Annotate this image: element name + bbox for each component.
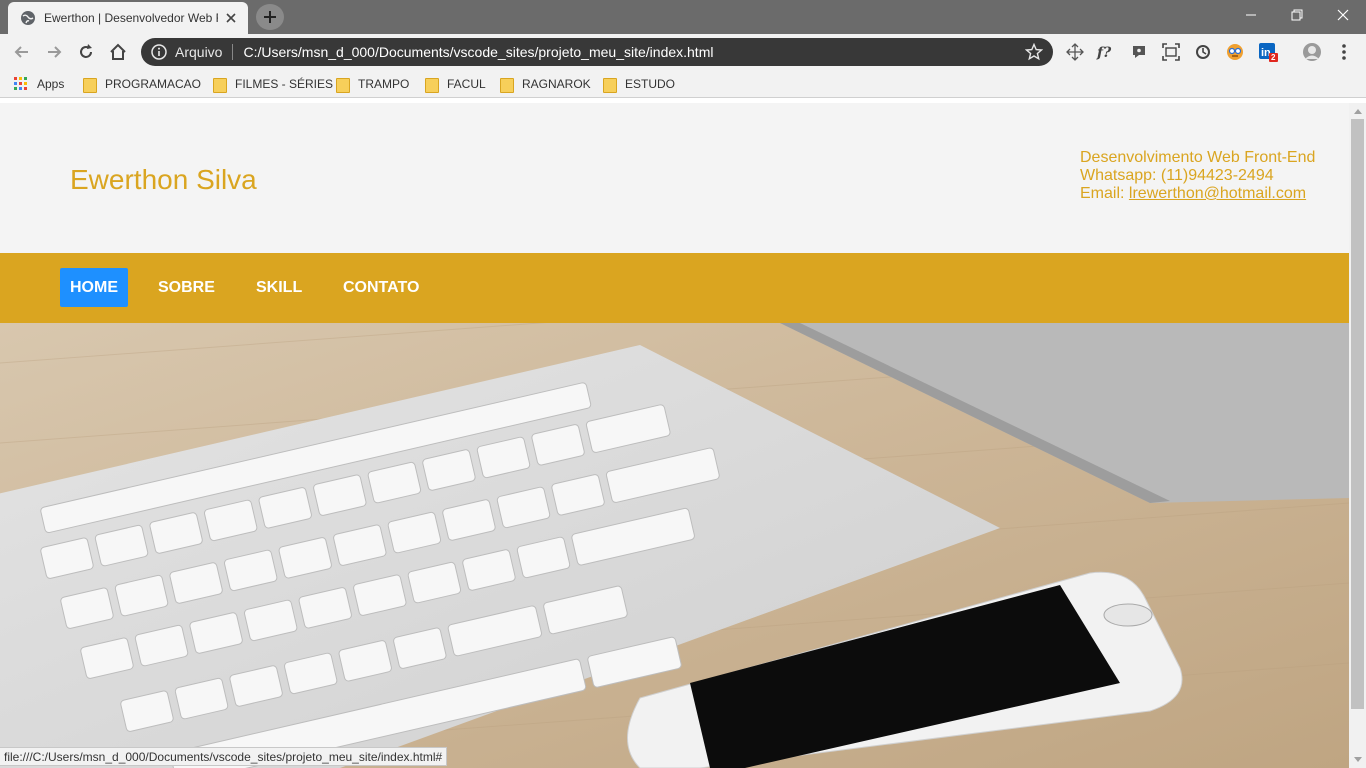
folder-icon (213, 77, 227, 93)
move-arrows-icon (1066, 43, 1084, 61)
bookmark-label: Apps (37, 77, 65, 91)
email-label: Email: (1080, 185, 1129, 202)
contact-info: Desenvolvimento Web Front-End Whatsapp: … (1080, 149, 1315, 203)
page-scrollbar[interactable] (1349, 103, 1366, 768)
folder-icon (603, 77, 617, 93)
tagline: Desenvolvimento Web Front-End (1080, 149, 1316, 166)
bookmarks-bar: Apps PROGRAMACAO FILMES - SÉRIES TRAMPO … (0, 70, 1366, 98)
scroll-down-arrow[interactable] (1349, 752, 1366, 768)
restore-icon (1291, 9, 1303, 21)
tab-close-icon[interactable] (224, 11, 238, 25)
info-icon[interactable] (151, 44, 167, 60)
omnibox-divider (232, 44, 234, 60)
tab-strip: Ewerthon | Desenvolvedor Web F (0, 0, 1366, 34)
screen-capture-icon (1162, 43, 1180, 61)
hero-image (0, 323, 1349, 768)
home-icon (110, 43, 126, 60)
close-icon (1337, 9, 1349, 21)
email-line: Email: lrewerthon@hotmail.com (1080, 185, 1315, 203)
folder-icon (83, 77, 97, 93)
bookmark-folder-trampo[interactable]: TRAMPO (336, 75, 409, 93)
profile-avatar-button[interactable] (1302, 42, 1322, 62)
folder-icon (336, 77, 350, 93)
nav-sobre[interactable]: SOBRE (148, 268, 225, 307)
svg-text:f?: f? (1096, 45, 1112, 61)
minimize-button[interactable] (1228, 0, 1274, 30)
bookmark-label: ESTUDO (625, 77, 676, 91)
bookmark-folder-filmes-series[interactable]: FILMES - SÉRIES (213, 75, 333, 93)
extension-whatfont[interactable]: f? (1096, 42, 1116, 62)
site-brand: Ewerthon Silva (70, 164, 257, 195)
folder-icon (500, 77, 514, 93)
url-text[interactable]: C:/Users/msn_d_000/Documents/vscode_site… (243, 44, 1025, 60)
extension-sync[interactable] (1193, 42, 1213, 62)
extension-screenshot[interactable] (1161, 42, 1181, 62)
caret-up-icon (1353, 109, 1362, 114)
bookmark-folder-facul[interactable]: FACUL (425, 75, 486, 93)
minimize-icon (1246, 14, 1256, 16)
font-question-icon: f? (1096, 45, 1112, 61)
sync-icon (1196, 45, 1210, 59)
page-viewport: Ewerthon Silva Desenvolvimento Web Front… (0, 103, 1349, 768)
bookmark-label: TRAMPO (358, 77, 410, 91)
nav-contato[interactable]: CONTATO (333, 268, 429, 307)
site-header: Ewerthon Silva Desenvolvimento Web Front… (0, 103, 1349, 253)
email-link[interactable]: lrewerthon@hotmail.com (1129, 185, 1306, 202)
bookmark-label: PROGRAMACAO (105, 77, 202, 91)
browser-toolbar: Arquivo C:/Users/msn_d_000/Documents/vsc… (0, 34, 1366, 70)
nav-skill[interactable]: SKILL (246, 268, 312, 307)
back-button[interactable] (10, 40, 34, 64)
extension-chat[interactable] (1129, 42, 1149, 62)
home-button[interactable] (106, 40, 130, 64)
glasses-face-icon (1227, 44, 1243, 60)
plus-icon (264, 11, 276, 23)
bookmark-label: RAGNAROK (522, 77, 591, 91)
bookmark-label: FACUL (447, 77, 486, 91)
avatar (1303, 43, 1321, 61)
tab-title: Ewerthon | Desenvolvedor Web F (44, 11, 218, 25)
globe-icon (21, 11, 35, 25)
caret-down-icon (1353, 757, 1362, 762)
forward-button[interactable] (42, 40, 66, 64)
scroll-thumb[interactable] (1351, 119, 1364, 709)
new-tab-button[interactable] (256, 4, 284, 30)
extension-avatar[interactable] (1225, 42, 1245, 62)
kebab-menu-icon (1342, 44, 1346, 60)
bookmark-folder-estudo[interactable]: ESTUDO (603, 75, 675, 93)
arrow-left-icon (14, 46, 28, 58)
main-nav: HOME SOBRE SKILL CONTATO (0, 253, 1349, 323)
close-window-button[interactable] (1320, 0, 1366, 30)
extension-linkedin[interactable]: in 2 (1258, 42, 1278, 62)
extension-move[interactable] (1065, 42, 1085, 62)
nav-home[interactable]: HOME (60, 268, 128, 307)
browser-tab[interactable]: Ewerthon | Desenvolvedor Web F (8, 2, 248, 34)
address-bar[interactable]: Arquivo C:/Users/msn_d_000/Documents/vsc… (141, 38, 1053, 66)
apps-grid-icon (14, 77, 27, 90)
reload-button[interactable] (74, 40, 98, 64)
scheme-label: Arquivo (175, 44, 223, 60)
whatsapp: Whatsapp: (11)94423-2494 (1080, 167, 1274, 184)
bookmark-label: FILMES - SÉRIES (235, 77, 334, 91)
bookmark-folder-programacao[interactable]: PROGRAMACAO (83, 75, 201, 93)
scroll-up-arrow[interactable] (1349, 103, 1366, 119)
hero-desk-illustration (0, 323, 1349, 768)
chat-bubble-icon (1133, 46, 1145, 58)
folder-icon (425, 77, 439, 93)
restore-button[interactable] (1274, 0, 1320, 30)
linkedin-badge-count: 2 (1271, 53, 1276, 62)
status-bar: file:///C:/Users/msn_d_000/Documents/vsc… (0, 747, 448, 766)
star-icon[interactable] (1025, 43, 1043, 61)
bookmark-apps[interactable]: Apps (14, 75, 64, 93)
arrow-right-icon (48, 46, 62, 58)
reload-icon (80, 44, 92, 58)
bookmark-folder-ragnarok[interactable]: RAGNAROK (500, 75, 591, 93)
browser-menu-button[interactable] (1334, 42, 1354, 62)
